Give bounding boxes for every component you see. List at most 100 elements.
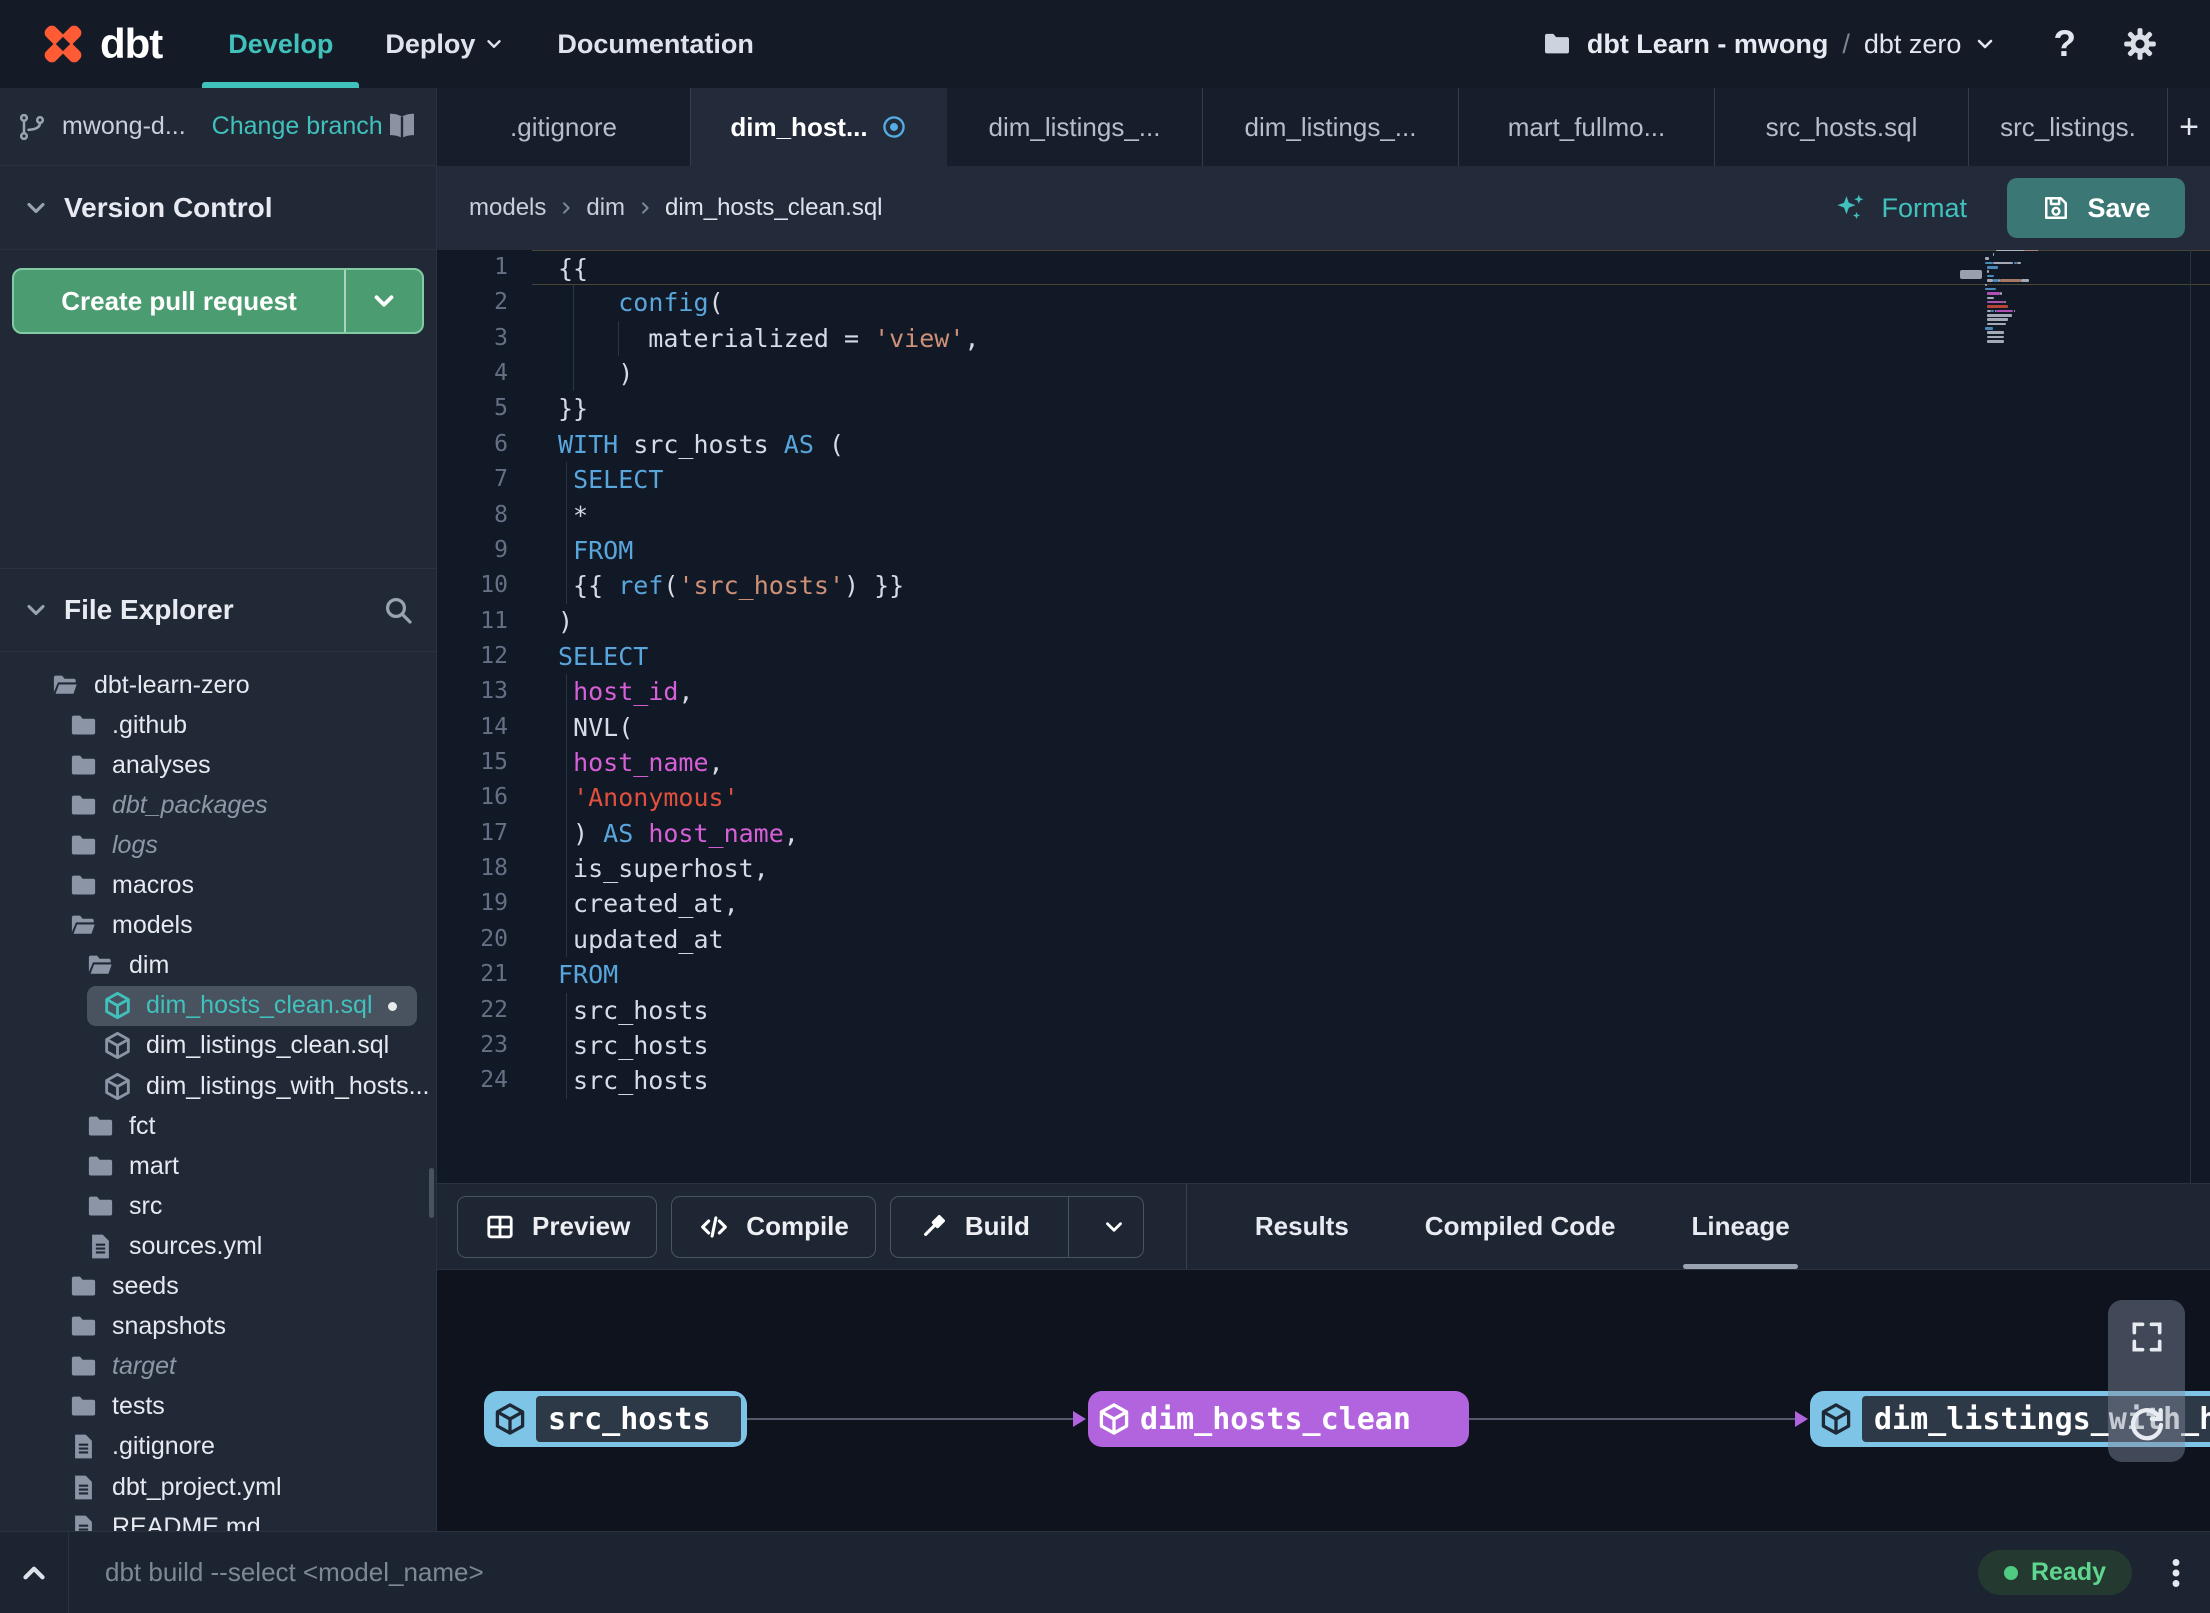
tree-item-snapshots[interactable]: snapshots bbox=[0, 1307, 436, 1347]
lineage-canvas[interactable]: src_hosts dim_hosts_clean dim_listings_wit… bbox=[437, 1270, 2210, 1531]
tree-item-macros[interactable]: macros bbox=[0, 866, 436, 906]
code-line-14[interactable]: 14 NVL( bbox=[437, 709, 2210, 746]
tree-item-seeds[interactable]: seeds bbox=[0, 1267, 436, 1307]
dbt-logo[interactable]: dbt bbox=[36, 17, 163, 71]
line-content: updated_at bbox=[532, 921, 2210, 958]
tree-item-gitignore[interactable]: .gitignore bbox=[0, 1427, 436, 1467]
code-line-17[interactable]: 17 ) AS host_name, bbox=[437, 815, 2210, 852]
tree-item-sources-yml[interactable]: sources.yml bbox=[0, 1226, 436, 1266]
settings-gear-icon[interactable] bbox=[2120, 24, 2160, 64]
code-line-1[interactable]: 1 {{ bbox=[437, 250, 2210, 286]
version-control-header[interactable]: Version Control bbox=[0, 166, 436, 250]
file-explorer-header[interactable]: File Explorer bbox=[0, 568, 436, 652]
code-line-10[interactable]: 10 {{ ref('src_hosts') }} bbox=[437, 568, 2210, 604]
tree-item-dim[interactable]: dim bbox=[0, 946, 436, 986]
lineage-node-dim-hosts-clean[interactable]: dim_hosts_clean bbox=[1088, 1391, 1469, 1447]
code-line-2[interactable]: 2 config( bbox=[437, 285, 2210, 321]
tree-item-label: tests bbox=[112, 1392, 165, 1421]
line-number: 10 bbox=[480, 572, 508, 599]
project-selector[interactable]: dbt Learn - mwong / dbt zero bbox=[1541, 28, 1998, 60]
nav-item-documentation[interactable]: Documentation bbox=[557, 0, 754, 88]
code-line-24[interactable]: 24 src_hosts bbox=[437, 1063, 2210, 1099]
breadcrumb-dim[interactable]: dim bbox=[586, 194, 625, 222]
chevron-down-icon bbox=[369, 286, 399, 316]
tree-item-src[interactable]: src bbox=[0, 1186, 436, 1226]
code-line-22[interactable]: 22 src_hosts bbox=[437, 992, 2210, 1028]
code-line-19[interactable]: 19 created_at, bbox=[437, 886, 2210, 922]
docs-book-icon[interactable] bbox=[384, 109, 420, 145]
code-line-4[interactable]: 4 ) bbox=[437, 356, 2210, 392]
code-line-16[interactable]: 16 'Anonymous' bbox=[437, 780, 2210, 816]
tree-item-dim-listings-clean-sql[interactable]: dim_listings_clean.sql bbox=[0, 1026, 436, 1066]
tree-item-logs[interactable]: logs bbox=[0, 825, 436, 865]
kebab-menu-icon[interactable] bbox=[2158, 1555, 2194, 1591]
code-line-23[interactable]: 23 src_hosts bbox=[437, 1027, 2210, 1064]
new-tab-button[interactable]: + bbox=[2168, 88, 2210, 166]
tab-results[interactable]: Results bbox=[1217, 1184, 1387, 1269]
tree-item-dim-listings-with-hosts[interactable]: dim_listings_with_hosts... bbox=[0, 1066, 436, 1106]
preview-button[interactable]: Preview bbox=[457, 1195, 658, 1258]
create-pull-request-button[interactable]: Create pull request bbox=[12, 268, 424, 334]
tab-label: Compiled Code bbox=[1424, 1211, 1616, 1241]
tree-item-dbt-learn-zero[interactable]: dbt-learn-zero bbox=[0, 665, 436, 705]
tree-item-readme-md[interactable]: README.md bbox=[0, 1507, 436, 1531]
refresh-icon[interactable] bbox=[2126, 1404, 2168, 1446]
tree-item-dbt-packages[interactable]: dbt_packages bbox=[0, 785, 436, 825]
tree-item-dim-hosts-clean-sql[interactable]: dim_hosts_clean.sql bbox=[0, 985, 436, 1026]
tab-lineage[interactable]: Lineage bbox=[1653, 1184, 1827, 1269]
code-line-20[interactable]: 20 updated_at bbox=[437, 921, 2210, 958]
editor-tab-dim-listings[interactable]: dim_listings_... bbox=[947, 88, 1203, 166]
tree-item-mart[interactable]: mart bbox=[0, 1146, 436, 1186]
search-icon[interactable] bbox=[382, 594, 414, 626]
tree-item-github[interactable]: .github bbox=[0, 705, 436, 745]
code-line-12[interactable]: 12 SELECT bbox=[437, 639, 2210, 674]
editor-tab-dim-host[interactable]: dim_host... bbox=[691, 88, 947, 166]
code-line-7[interactable]: 7 SELECT bbox=[437, 462, 2210, 498]
save-button[interactable]: Save bbox=[2007, 178, 2185, 238]
tree-item-label: dbt_packages bbox=[112, 790, 268, 819]
editor-tab-src-listings[interactable]: src_listings. bbox=[1969, 88, 2168, 166]
minimap-line bbox=[1985, 274, 2049, 278]
code-line-3[interactable]: 3 materialized = 'view', bbox=[437, 320, 2210, 357]
breadcrumb-models[interactable]: models bbox=[469, 194, 546, 222]
pr-options-dropdown[interactable] bbox=[346, 270, 422, 332]
code-line-18[interactable]: 18 is_superhost, bbox=[437, 851, 2210, 887]
tree-item-models[interactable]: models bbox=[0, 906, 436, 946]
sidebar-scrollbar[interactable] bbox=[429, 1168, 434, 1218]
code-line-13[interactable]: 13 host_id, bbox=[437, 674, 2210, 710]
build-options-dropdown[interactable] bbox=[1085, 1214, 1143, 1240]
lineage-node-src-hosts[interactable]: src_hosts bbox=[484, 1391, 747, 1447]
nav-item-develop[interactable]: Develop bbox=[202, 0, 360, 88]
compile-button[interactable]: Compile bbox=[671, 1195, 876, 1258]
editor-tab-gitignore[interactable]: .gitignore bbox=[437, 88, 691, 166]
fullscreen-icon[interactable] bbox=[2128, 1318, 2166, 1356]
code-line-8[interactable]: 8 * bbox=[437, 497, 2210, 533]
help-button[interactable]: ? bbox=[2053, 23, 2076, 65]
line-content: src_hosts bbox=[532, 1063, 2210, 1099]
command-panel-toggle[interactable] bbox=[0, 1556, 68, 1590]
tree-item-dbt-project-yml[interactable]: dbt_project.yml bbox=[0, 1467, 436, 1507]
editor-tab-src-hosts-sql[interactable]: src_hosts.sql bbox=[1715, 88, 1969, 166]
tree-item-target[interactable]: target bbox=[0, 1347, 436, 1387]
code-line-11[interactable]: 11) bbox=[437, 604, 2210, 639]
editor-tab-mart-fullmo[interactable]: mart_fullmo... bbox=[1459, 88, 1715, 166]
code-line-15[interactable]: 15 host_name, bbox=[437, 745, 2210, 781]
code-line-9[interactable]: 9 FROM bbox=[437, 532, 2210, 569]
editor-tab-dim-listings[interactable]: dim_listings_... bbox=[1203, 88, 1459, 166]
format-button[interactable]: Format bbox=[1833, 191, 1967, 225]
line-content: src_hosts bbox=[532, 1027, 2210, 1064]
tree-item-fct[interactable]: fct bbox=[0, 1106, 436, 1146]
code-line-6[interactable]: 6 WITH src_hosts AS ( bbox=[437, 427, 2210, 462]
nav-item-deploy[interactable]: Deploy bbox=[385, 0, 505, 88]
command-input[interactable]: dbt build --select <model_name> bbox=[105, 1557, 484, 1588]
tab-compiled-code[interactable]: Compiled Code bbox=[1387, 1184, 1654, 1269]
tree-item-analyses[interactable]: analyses bbox=[0, 745, 436, 785]
code-line-21[interactable]: 21 FROM bbox=[437, 957, 2210, 992]
change-branch-link[interactable]: Change branch bbox=[212, 112, 383, 141]
brand-name: dbt bbox=[100, 20, 163, 67]
code-line-5[interactable]: 5}} bbox=[437, 391, 2210, 426]
minimap[interactable] bbox=[1985, 250, 2049, 458]
tree-item-tests[interactable]: tests bbox=[0, 1387, 436, 1427]
build-button[interactable]: Build bbox=[889, 1195, 1144, 1258]
code-editor[interactable]: 1{{2 config(3 materialized = 'view', 4 ) 5… bbox=[437, 250, 2210, 1183]
